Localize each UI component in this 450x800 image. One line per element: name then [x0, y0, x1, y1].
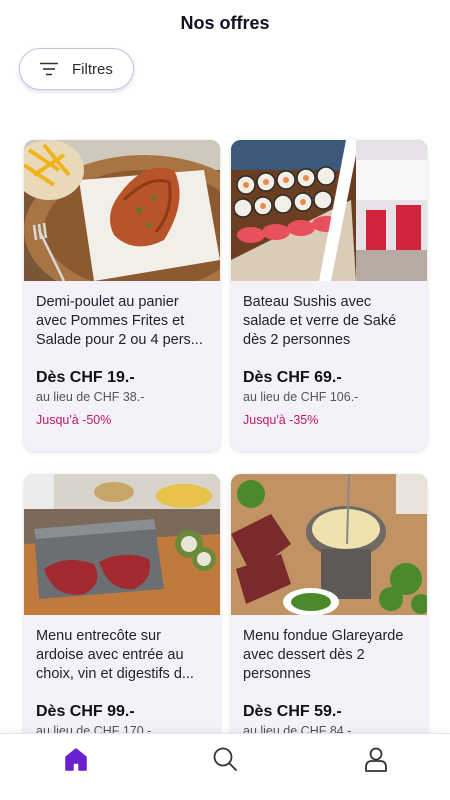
nav-profile-button[interactable]: [363, 746, 389, 772]
offer-title: Menu fondue Glareyarde avec dessert dès …: [243, 628, 404, 682]
offer-image-chicken: [24, 140, 220, 281]
nav-home-button[interactable]: [63, 746, 89, 772]
user-icon: [365, 747, 387, 772]
offer-title: Bateau Sushis avec salade et verre de Sa…: [243, 294, 397, 348]
offer-price: Dès CHF 19.-: [36, 369, 135, 386]
nav-search-button[interactable]: [212, 746, 238, 772]
offer-card[interactable]: Bateau Sushis avec salade et verre de Sa…: [231, 140, 427, 451]
filters-button[interactable]: Filtres: [19, 48, 134, 90]
search-icon: [213, 747, 237, 771]
home-icon: [65, 748, 87, 771]
offer-old-price: au lieu de CHF 106.-: [243, 390, 359, 404]
offer-price: Dès CHF 69.-: [243, 369, 342, 386]
app-header: Nos offres: [0, 0, 450, 44]
filters-label: Filtres: [72, 60, 113, 78]
offer-card[interactable]: Demi-poulet au panier avec Pommes Frites…: [24, 140, 220, 451]
offer-image-fondue: [231, 474, 427, 615]
offer-price: Dès CHF 59.-: [243, 703, 342, 720]
offer-price: Dès CHF 99.-: [36, 703, 135, 720]
offer-image-sushi: [231, 140, 427, 281]
filter-lines-icon: [40, 62, 58, 76]
offer-discount: Jusqu'à -35%: [243, 413, 319, 427]
bottom-navigation: [0, 733, 450, 800]
offer-image-entrecote: [24, 474, 220, 615]
page-title: Nos offres: [180, 12, 270, 33]
offer-title: Demi-poulet au panier avec Pommes Frites…: [36, 294, 203, 348]
offer-discount: Jusqu'à -50%: [36, 413, 112, 427]
offer-title: Menu entrecôte sur ardoise avec entrée a…: [36, 628, 194, 682]
offer-old-price: au lieu de CHF 38.-: [36, 390, 145, 404]
